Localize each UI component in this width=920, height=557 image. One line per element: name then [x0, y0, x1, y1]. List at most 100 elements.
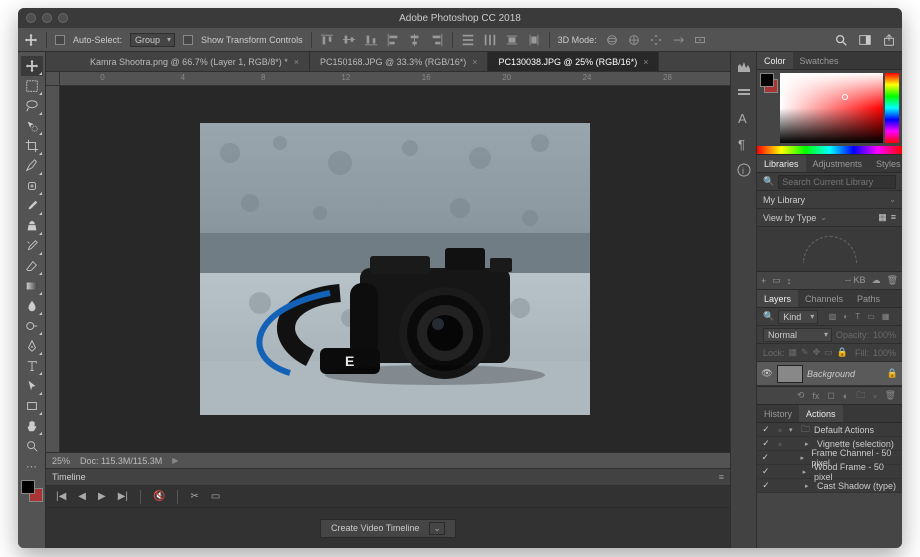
action-row[interactable]: ✓▸Wood Frame - 50 pixel [757, 465, 902, 479]
lock-pixels-icon[interactable]: ✎ [801, 347, 809, 358]
chevron-down-icon[interactable]: ⌄ [429, 522, 445, 535]
path-select-tool[interactable] [21, 376, 43, 396]
character-icon[interactable]: A [736, 110, 752, 126]
align-top-icon[interactable] [320, 33, 334, 47]
sync-icon[interactable]: ↕ [787, 276, 792, 286]
color-field[interactable] [780, 73, 883, 143]
info-icon[interactable]: i [736, 162, 752, 178]
swatches-tab[interactable]: Swatches [793, 52, 846, 69]
move-tool[interactable] [21, 56, 43, 76]
zoom-level[interactable]: 25% [52, 456, 70, 466]
filter-shape-icon[interactable]: ▭ [867, 312, 875, 321]
clone-stamp-tool[interactable] [21, 216, 43, 236]
doc-size[interactable]: Doc: 115.3M/115.3M [80, 456, 162, 466]
distribute-bottom-icon[interactable] [505, 33, 519, 47]
status-menu-icon[interactable]: ▶ [172, 456, 178, 465]
close-tab-icon[interactable]: × [472, 57, 477, 67]
zoom-window-icon[interactable] [58, 13, 68, 23]
add-content-icon[interactable]: + [761, 276, 766, 286]
view-by-dropdown[interactable]: View by Type⌄▦≡ [757, 209, 902, 227]
3d-pan-icon[interactable] [649, 33, 663, 47]
filter-type-icon[interactable]: T [855, 312, 860, 321]
close-window-icon[interactable] [26, 13, 36, 23]
paths-tab[interactable]: Paths [850, 290, 887, 307]
delete-layer-icon[interactable]: 🗑 [885, 390, 896, 401]
pen-tool[interactable] [21, 336, 43, 356]
action-row[interactable]: ✓▸Cast Shadow (type) [757, 479, 902, 493]
group-icon[interactable]: 🗀 [856, 388, 865, 404]
visibility-icon[interactable]: 👁 [761, 368, 773, 379]
align-hcenter-icon[interactable] [408, 33, 422, 47]
histogram-icon[interactable] [736, 58, 752, 74]
trash-icon[interactable]: 🗑 [887, 275, 898, 286]
gradient-tool[interactable] [21, 276, 43, 296]
blend-mode-dropdown[interactable]: Normal [763, 328, 832, 342]
create-timeline-button[interactable]: Create Video Timeline⌄ [320, 519, 456, 538]
layer-fx-icon[interactable]: fx [812, 391, 819, 401]
color-tab[interactable]: Color [757, 52, 793, 69]
close-tab-icon[interactable]: × [294, 57, 299, 67]
close-tab-icon[interactable]: × [643, 57, 648, 67]
ruler-horizontal[interactable]: 0 4 8 12 16 20 24 28 [60, 72, 730, 86]
auto-select-checkbox[interactable] [55, 35, 65, 45]
goto-first-icon[interactable]: |◀ [56, 491, 66, 502]
distribute-left-icon[interactable] [527, 33, 541, 47]
filter-smart-icon[interactable]: ▦ [882, 312, 890, 321]
actions-tab[interactable]: Actions [799, 405, 843, 422]
3d-orbit-icon[interactable] [605, 33, 619, 47]
grid-view-icon[interactable]: ▦ [878, 212, 887, 223]
brush-tool[interactable] [21, 196, 43, 216]
quick-select-tool[interactable] [21, 116, 43, 136]
color-swatches[interactable] [21, 480, 43, 502]
share-icon[interactable] [882, 33, 896, 47]
layer-filter-dropdown[interactable]: Kind [778, 310, 818, 324]
align-left-icon[interactable] [386, 33, 400, 47]
play-icon[interactable]: ▶ [98, 491, 106, 502]
workspace-icon[interactable] [858, 33, 872, 47]
minimize-window-icon[interactable] [42, 13, 52, 23]
lock-icon[interactable]: 🔒 [887, 368, 898, 379]
timeline-tab[interactable]: Timeline [52, 472, 86, 482]
transition-icon[interactable]: ▭ [211, 491, 220, 502]
hand-tool[interactable] [21, 416, 43, 436]
3d-zoom-icon[interactable] [693, 33, 707, 47]
healing-tool[interactable] [21, 176, 43, 196]
navigator-icon[interactable] [736, 84, 752, 100]
auto-select-dropdown[interactable]: Group [130, 33, 175, 47]
channels-tab[interactable]: Channels [798, 290, 850, 307]
eyedropper-tool[interactable] [21, 156, 43, 176]
align-bottom-icon[interactable] [364, 33, 378, 47]
new-layer-icon[interactable]: ▫ [873, 391, 876, 401]
document-tab-2[interactable]: PC130038.JPG @ 25% (RGB/16*)× [488, 52, 659, 71]
hue-slider[interactable] [885, 73, 899, 143]
marquee-tool[interactable] [21, 76, 43, 96]
libraries-tab[interactable]: Libraries [757, 155, 806, 172]
blur-tool[interactable] [21, 296, 43, 316]
lasso-tool[interactable] [21, 96, 43, 116]
eraser-tool[interactable] [21, 256, 43, 276]
panel-color-swatches[interactable] [760, 73, 778, 143]
library-dropdown[interactable]: My Library⌄ [757, 191, 902, 209]
lock-all-icon[interactable]: 🔒 [837, 347, 848, 358]
distribute-top-icon[interactable] [461, 33, 475, 47]
layer-thumbnail[interactable] [777, 365, 803, 383]
canvas-viewport[interactable]: E [60, 86, 730, 452]
crop-tool[interactable] [21, 136, 43, 156]
align-vcenter-icon[interactable] [342, 33, 356, 47]
mute-icon[interactable]: 🔇 [153, 491, 165, 502]
action-row[interactable]: ✓▫▾🗀Default Actions [757, 423, 902, 437]
ruler-origin[interactable] [46, 72, 60, 86]
adjustments-tab[interactable]: Adjustments [806, 155, 870, 172]
show-transform-checkbox[interactable] [183, 35, 193, 45]
paragraph-icon[interactable]: ¶ [736, 136, 752, 152]
dodge-tool[interactable] [21, 316, 43, 336]
next-frame-icon[interactable]: ▶| [118, 491, 128, 502]
ruler-vertical[interactable] [46, 86, 60, 452]
lock-artboard-icon[interactable]: ▭ [824, 347, 833, 358]
layer-name[interactable]: Background [807, 369, 855, 379]
layers-tab[interactable]: Layers [757, 290, 798, 307]
document-tab-1[interactable]: PC150168.JPG @ 33.3% (RGB/16*)× [310, 52, 488, 71]
type-tool[interactable] [21, 356, 43, 376]
styles-tab[interactable]: Styles [869, 155, 902, 172]
distribute-vcenter-icon[interactable] [483, 33, 497, 47]
